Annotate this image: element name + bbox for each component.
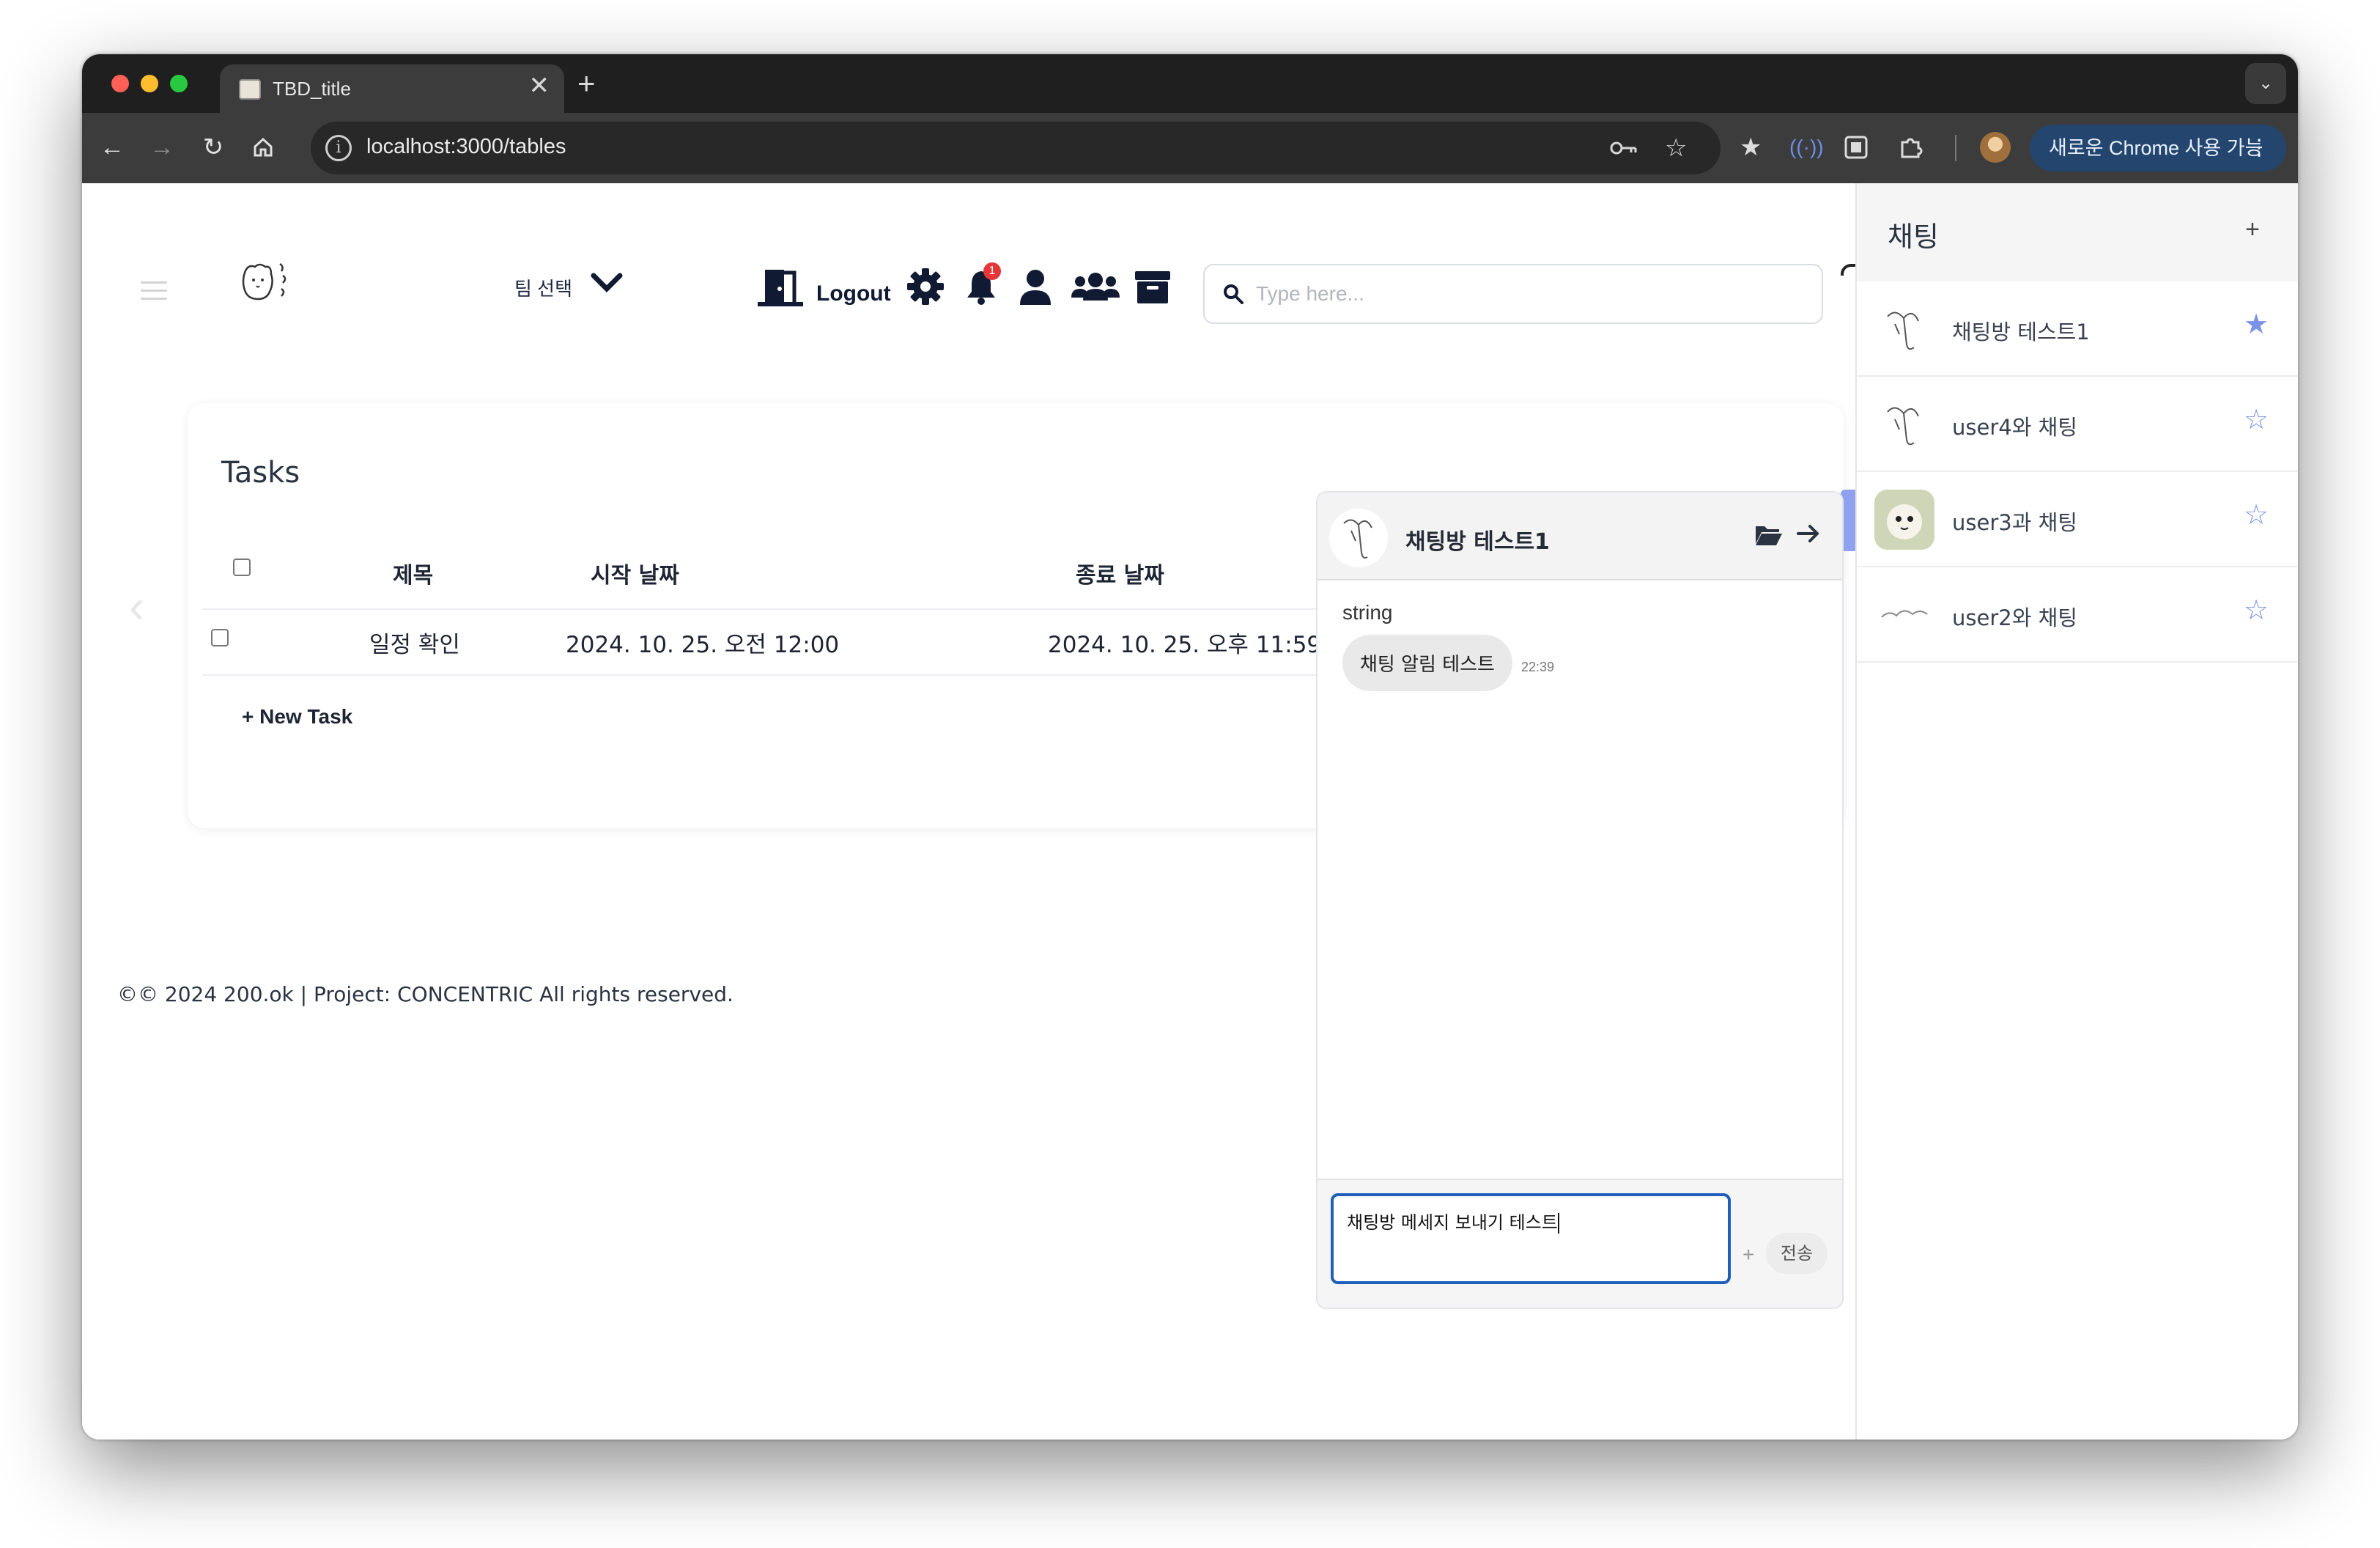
close-window-button[interactable] [111,75,129,92]
chat-sidebar-header: 채팅 + [1857,183,2298,281]
clipped-header-element [1841,264,1855,276]
bookmarks-star-icon[interactable]: ★ [1740,129,1762,166]
task-title-cell[interactable]: 일정 확인 [369,626,460,659]
room-name: user2와 채팅 [1952,605,2077,630]
new-tab-button[interactable]: + [577,64,596,103]
bookmark-star-icon[interactable]: ☆ [1665,132,1687,164]
task-end-cell: 2024. 10. 25. 오후 11:59 [1048,632,1322,658]
minimize-window-button[interactable] [141,75,158,92]
tab-close-button[interactable]: ✕ [529,73,550,98]
chat-header: 채팅방 테스트1 [1318,493,1842,580]
browser-toolbar: ← → ↻ i localhost:3000/tables ☆ ★ ((·)) … [82,113,2298,183]
web-page: 팀 선택 Logout 1 Type here... Tasks 제목 시작 날… [82,183,2298,1440]
chat-room-item[interactable]: user3과 채팅 ☆ [1857,472,2298,567]
favorite-star-icon[interactable]: ☆ [2244,403,2269,436]
room-name: user4와 채팅 [1952,415,2077,440]
tab-strip: TBD_title ✕ + ⌄ [82,54,2298,113]
folder-open-icon[interactable] [1754,522,1784,547]
favorite-star-icon[interactable]: ★ [2244,308,2269,341]
address-url[interactable]: localhost:3000/tables [366,135,566,159]
toolbar-divider [1955,135,1956,161]
chat-sidebar-title: 채팅 [1888,221,1939,253]
select-all-checkbox[interactable] [233,559,251,576]
send-button[interactable]: 전송 [1766,1233,1828,1274]
footer-text: ©© 2024 200.ok | Project: CONCENTRIC All… [117,982,733,1006]
message-sender: string [1342,601,1393,624]
maximize-window-button[interactable] [170,75,188,92]
chat-window: 채팅방 테스트1 string 채팅 알림 테스트 22:39 채팅방 메세지 … [1316,491,1844,1309]
chat-sidebar: 채팅 + 채팅방 테스트1 ★ user4와 채팅 ☆ user3과 채팅 ☆ … [1855,183,2298,1440]
screenshot-extension-icon[interactable] [1844,135,1869,160]
password-key-icon[interactable] [1609,136,1638,160]
more-menu-icon[interactable]: ⋮ [2248,125,2270,172]
search-box[interactable] [1203,264,1823,324]
column-header-start-date[interactable]: 시작 날짜 [591,557,679,589]
task-start-cell: 2024. 10. 25. 오전 12:00 [566,632,840,658]
hamburger-menu-icon[interactable] [141,281,167,301]
tab-search-button[interactable]: ⌄ [2245,63,2286,104]
search-icon [1224,284,1243,304]
message-input-value: 채팅방 메세지 보내기 테스트 [1347,1212,1558,1233]
favorite-star-icon[interactable]: ☆ [2244,594,2269,627]
address-bar[interactable]: i localhost:3000/tables ☆ [311,122,1721,174]
gear-icon[interactable] [906,267,945,306]
tab-title: TBD_title [273,78,351,100]
new-task-button[interactable]: + New Task [242,705,352,729]
arrow-right-icon[interactable] [1795,520,1822,547]
notification-button[interactable]: 1 [961,262,1001,306]
door-exit-icon [758,270,803,306]
chat-room-avatar [1329,509,1388,567]
home-button[interactable] [245,129,281,166]
room-name: 채팅방 테스트1 [1952,320,2090,344]
chat-room-item[interactable]: user2와 채팅 ☆ [1857,567,2298,663]
chrome-update-button[interactable]: 새로운 Chrome 사용 가능 ⋮ [2030,125,2286,172]
reload-button[interactable]: ↻ [195,129,232,166]
card-title: Tasks [221,456,300,490]
room-avatar [1874,490,1934,550]
user-icon[interactable] [1016,267,1055,306]
room-avatar [1874,394,1934,454]
chat-room-item[interactable]: 채팅방 테스트1 ★ [1857,281,2298,377]
search-input[interactable] [1256,265,1798,322]
message-bubble: 채팅 알림 테스트 [1342,635,1512,691]
add-chat-button[interactable]: + [2245,215,2260,244]
app-logo[interactable] [237,257,296,308]
site-info-icon[interactable]: i [325,135,352,161]
back-button[interactable]: ← [94,129,130,166]
favorite-star-icon[interactable]: ☆ [2244,498,2269,531]
room-avatar [1874,299,1934,359]
attach-button[interactable]: + [1742,1243,1754,1267]
browser-window: TBD_title ✕ + ⌄ ← → ↻ i localhost:3000/t… [82,54,2298,1440]
text-caret [1557,1213,1559,1234]
logout-label: Logout [816,281,891,306]
profile-avatar[interactable] [1980,132,2011,163]
logout-button[interactable]: Logout [756,265,891,309]
room-name: user3과 채팅 [1952,510,2077,535]
notification-badge: 1 [983,262,1001,280]
carousel-prev-icon[interactable]: ‹ [129,579,144,633]
team-select-label[interactable]: 팀 선택 [514,274,572,301]
extensions-puzzle-icon[interactable] [1898,135,1923,160]
column-header-end-date[interactable]: 종료 날짜 [1076,557,1164,589]
chat-room-title: 채팅방 테스트1 [1405,529,1550,555]
row-checkbox[interactable] [211,629,229,646]
cast-icon[interactable]: ((·)) [1789,129,1824,166]
chevron-down-icon[interactable] [589,268,624,298]
room-avatar [1874,585,1934,645]
forward-button[interactable]: → [144,129,180,166]
chrome-update-label: 새로운 Chrome 사용 가능 [2049,137,2263,159]
chat-compose-area: 채팅방 메세지 보내기 테스트 + 전송 [1318,1179,1842,1308]
column-header-title[interactable]: 제목 [393,557,433,589]
message-time: 22:39 [1521,660,1555,674]
chat-room-item[interactable]: user4와 채팅 ☆ [1857,377,2298,472]
archive-box-icon[interactable] [1133,267,1172,306]
browser-tab[interactable]: TBD_title ✕ [220,64,564,113]
message-input[interactable]: 채팅방 메세지 보내기 테스트 [1331,1193,1731,1284]
users-group-icon[interactable] [1070,267,1121,306]
favicon-icon [239,79,261,100]
